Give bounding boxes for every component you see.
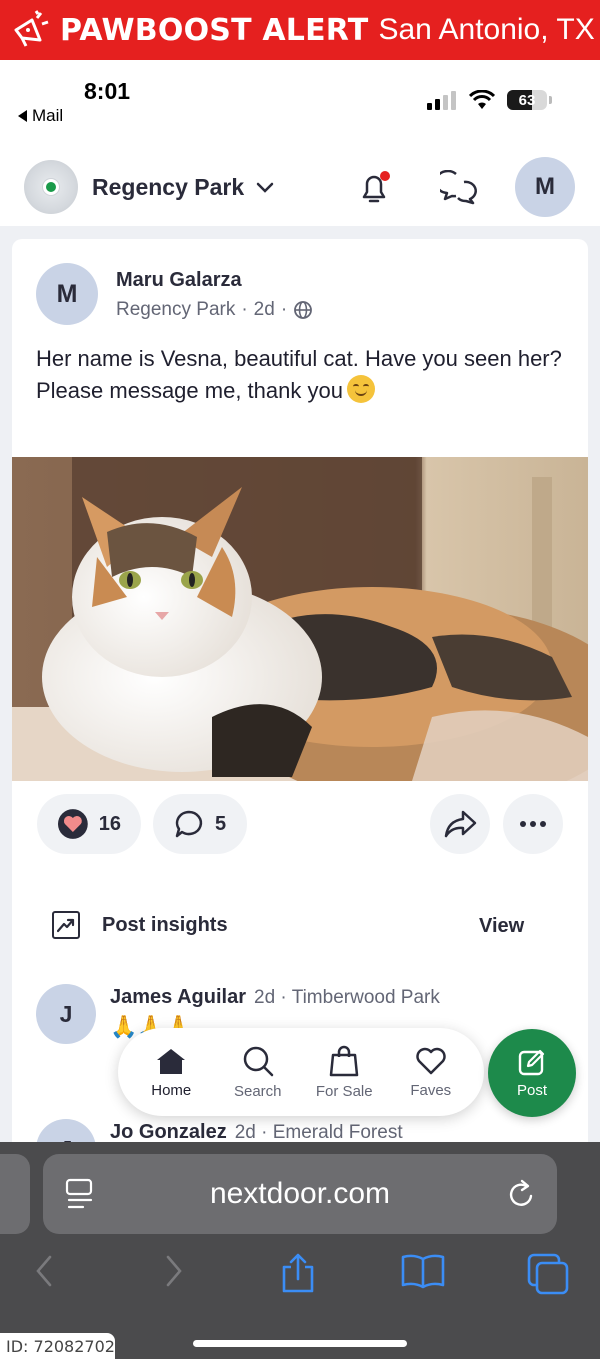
commenter-name[interactable]: Jo Gonzalez [110, 1121, 227, 1143]
comment-bubble-icon [175, 810, 203, 838]
reload-icon[interactable] [507, 1178, 537, 1218]
previous-tab-preview[interactable] [0, 1154, 30, 1234]
commenter-avatar[interactable]: J [36, 984, 96, 1044]
app-header: Regency Park M [0, 144, 600, 226]
post-text-line-1: Her name is Vesna, beautiful cat. Have y… [36, 346, 562, 371]
nav-search[interactable]: Search [218, 1045, 298, 1100]
share-arrow-icon [444, 810, 477, 838]
notifications-bell-icon[interactable] [356, 170, 392, 211]
heart-reaction-icon [57, 809, 88, 839]
alert-title: PAWBOOST ALERT [60, 12, 369, 48]
comment-age: 2d [254, 987, 276, 1008]
commenter-neighborhood: Emerald Forest [272, 1122, 403, 1143]
tabs-overview-icon[interactable] [527, 1253, 571, 1300]
ellipsis-icon [520, 821, 546, 827]
feed: M Maru Galarza Regency Park · 2d · Her n… [0, 226, 600, 1179]
forward-chevron-icon[interactable] [162, 1253, 186, 1294]
bookmarks-book-icon[interactable] [400, 1253, 446, 1294]
battery-indicator: 63 [507, 90, 547, 110]
post-text-line-2: Please message me, thank you [36, 378, 343, 403]
post-age: 2d [253, 299, 275, 320]
address-bar[interactable]: nextdoor.com [43, 1154, 557, 1234]
insights-label: Post insights [102, 913, 228, 936]
cellular-signal-icon [427, 91, 456, 110]
comment-age: 2d [234, 1122, 256, 1143]
nav-for-sale[interactable]: For Sale [304, 1045, 384, 1100]
nav-for-sale-label: For Sale [315, 1082, 373, 1100]
status-time: 8:01 [84, 78, 131, 104]
comments-button[interactable]: 5 [153, 794, 247, 854]
comment-count: 5 [215, 812, 227, 835]
public-globe-icon [294, 301, 313, 319]
insights-view-link[interactable]: View [479, 915, 524, 938]
cat-photo[interactable] [12, 457, 588, 781]
compose-pencil-icon [518, 1049, 545, 1075]
nav-home-label: Home [151, 1081, 192, 1099]
chevron-down-icon [256, 182, 274, 193]
back-triangle-icon [18, 110, 27, 122]
megaphone-paw-icon [8, 8, 52, 52]
home-icon [157, 1048, 186, 1074]
nav-search-label: Search [233, 1082, 282, 1100]
comment-header: Jo Gonzalez 2d · Emerald Forest [110, 1121, 403, 1143]
nav-home[interactable]: Home [131, 1046, 211, 1099]
post-body: Her name is Vesna, beautiful cat. Have y… [36, 343, 566, 407]
post-neighborhood[interactable]: Regency Park [116, 299, 235, 321]
battery-tip [549, 96, 552, 104]
battery-level: 63 [518, 91, 536, 109]
nav-faves[interactable]: Faves [391, 1046, 471, 1099]
back-chevron-icon[interactable] [32, 1253, 56, 1294]
shopping-bag-icon [330, 1045, 359, 1076]
bottom-navigation: Home Search For Sale Faves [118, 1028, 484, 1116]
share-icon[interactable] [280, 1253, 316, 1298]
status-bar: 8:01 Mail 63 [0, 60, 600, 144]
alert-location: San Antonio, TX [378, 13, 595, 46]
neighborhood-selector[interactable]: Regency Park [92, 174, 274, 201]
reaction-count: 16 [98, 812, 121, 835]
status-icons: 63 [427, 90, 552, 110]
author-avatar[interactable]: M [36, 263, 98, 325]
post-meta: Regency Park · 2d · [116, 299, 313, 321]
share-button[interactable] [430, 794, 490, 854]
url-text: nextdoor.com [209, 1177, 391, 1210]
new-post-button[interactable]: Post [488, 1029, 576, 1117]
neighborhood-globe-icon[interactable] [24, 160, 78, 214]
page-menu-icon[interactable] [65, 1178, 95, 1218]
search-icon [243, 1046, 273, 1076]
more-options-button[interactable] [503, 794, 563, 854]
post-card: M Maru Galarza Regency Park · 2d · Her n… [12, 239, 588, 1179]
back-to-mail-link[interactable]: Mail [18, 106, 63, 126]
commenter-name[interactable]: James Aguilar [110, 986, 246, 1008]
browser-chrome: nextdoor.com [0, 1142, 600, 1359]
author-name[interactable]: Maru Galarza [116, 269, 242, 292]
new-post-label: Post [516, 1081, 547, 1099]
smiling-face-emoji-icon [346, 375, 375, 403]
neighborhood-name: Regency Park [92, 174, 245, 200]
profile-avatar[interactable]: M [515, 157, 575, 217]
back-app-label: Mail [32, 106, 64, 125]
home-indicator[interactable] [193, 1340, 407, 1347]
post-insights[interactable]: Post insights [52, 911, 228, 939]
reactions-button[interactable]: 16 [37, 794, 141, 854]
browser-toolbar [0, 1247, 600, 1307]
messages-chat-icon[interactable] [434, 169, 478, 211]
heart-icon [416, 1047, 446, 1074]
comment-header: James Aguilar 2d · Timberwood Park [110, 986, 440, 1008]
pawboost-alert-banner: PAWBOOST ALERT San Antonio, TX [0, 0, 600, 60]
nav-faves-label: Faves [410, 1081, 452, 1099]
commenter-neighborhood: Timberwood Park [291, 987, 440, 1008]
trend-chart-icon [52, 911, 80, 939]
listing-id: ID: 72082702 [0, 1333, 115, 1359]
wifi-icon [469, 90, 495, 109]
